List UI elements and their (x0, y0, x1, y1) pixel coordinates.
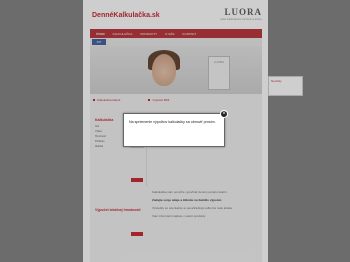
alert-dialog: Na spriemenie výpočtov kalkulačky sa obn… (123, 113, 225, 147)
alert-message: Na spriemenie výpočtov kalkulačky sa obn… (129, 120, 216, 124)
close-icon[interactable]: × (220, 110, 228, 118)
